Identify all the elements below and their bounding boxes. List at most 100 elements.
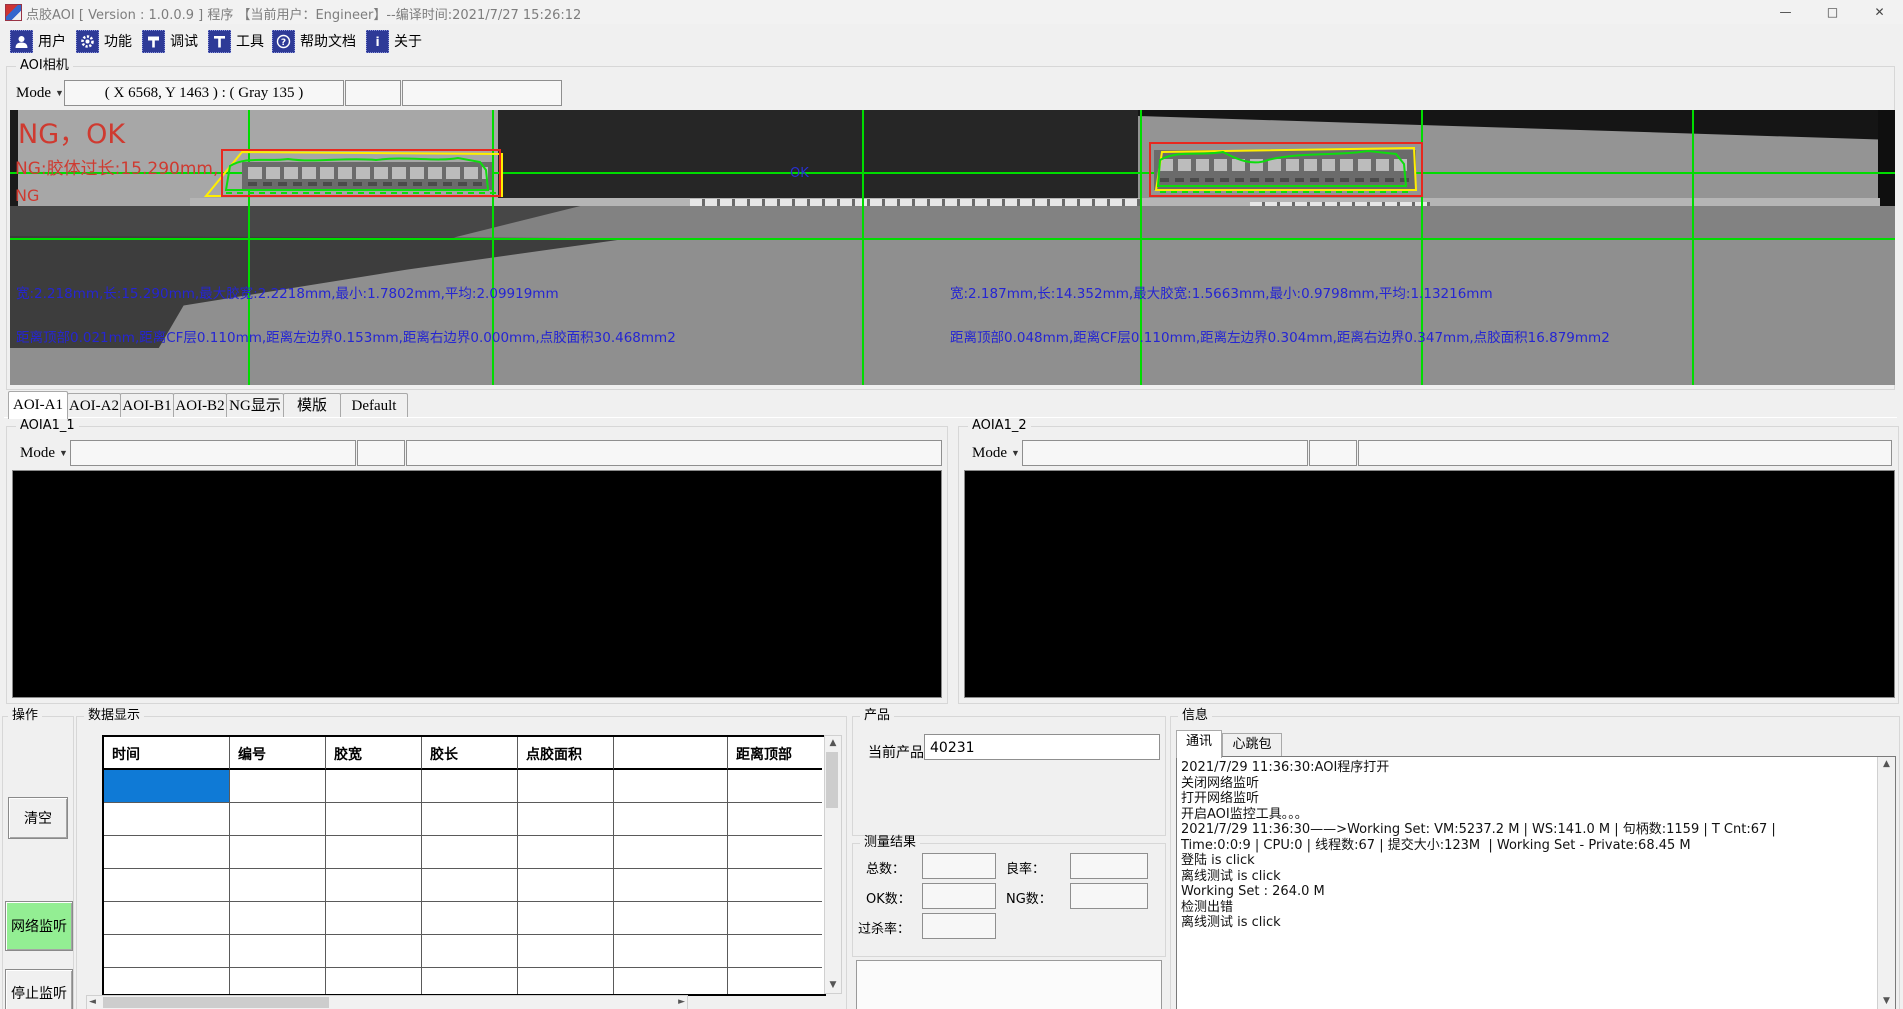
table-cell[interactable] xyxy=(326,836,422,869)
table-cell[interactable] xyxy=(518,935,614,968)
table-cell[interactable] xyxy=(230,770,326,803)
table-cell[interactable] xyxy=(104,803,230,836)
table-cell[interactable] xyxy=(104,869,230,902)
table-cell-selected[interactable] xyxy=(104,770,230,803)
table-vscrollbar[interactable]: ▲ ▼ xyxy=(824,735,842,994)
table-cell[interactable] xyxy=(518,770,614,803)
panel-right-field3[interactable] xyxy=(1358,440,1892,466)
menu-item-about[interactable]: i 关于 xyxy=(366,27,422,55)
panel-right-mode-dropdown[interactable]: Mode▼ xyxy=(968,440,1024,466)
table-cell[interactable] xyxy=(728,803,822,836)
tab-aoi-a2[interactable]: AOI-A2 xyxy=(67,393,121,418)
panel-right-image-view[interactable] xyxy=(964,470,1895,698)
minimize-button[interactable]: — xyxy=(1762,0,1809,24)
table-cell[interactable] xyxy=(422,836,518,869)
network-listen-button[interactable]: 网络监听 xyxy=(5,901,73,951)
panel-left-image-view[interactable] xyxy=(12,470,942,698)
table-cell[interactable] xyxy=(422,902,518,935)
column-header[interactable] xyxy=(614,737,728,770)
tab-default[interactable]: Default xyxy=(340,393,408,418)
stop-listen-button[interactable]: 停止监听 xyxy=(5,969,73,1009)
table-cell[interactable] xyxy=(104,935,230,968)
table-cell[interactable] xyxy=(614,803,728,836)
table-cell[interactable] xyxy=(614,770,728,803)
tab-heartbeat[interactable]: 心跳包 xyxy=(1222,733,1282,757)
table-cell[interactable] xyxy=(518,902,614,935)
table-cell[interactable] xyxy=(326,770,422,803)
menu-item-help[interactable]: ? 帮助文档 xyxy=(272,27,356,55)
table-cell[interactable] xyxy=(230,902,326,935)
menu-item-tools[interactable]: 工具 xyxy=(208,27,264,55)
table-cell[interactable] xyxy=(614,902,728,935)
camera-field-small[interactable] xyxy=(345,80,401,106)
table-cell[interactable] xyxy=(326,869,422,902)
overkill-field[interactable] xyxy=(922,913,996,939)
table-cell[interactable] xyxy=(230,836,326,869)
clear-button[interactable]: 清空 xyxy=(8,797,68,839)
column-header[interactable]: 时间 xyxy=(104,737,230,770)
table-cell[interactable] xyxy=(728,935,822,968)
table-cell[interactable] xyxy=(326,935,422,968)
table-cell[interactable] xyxy=(614,869,728,902)
tab-template[interactable]: 模版 xyxy=(283,393,341,418)
panel-right-field1[interactable] xyxy=(1022,440,1308,466)
menu-item-user[interactable]: 用户 xyxy=(10,27,66,55)
close-button[interactable]: ✕ xyxy=(1856,0,1903,24)
table-cell[interactable] xyxy=(230,935,326,968)
table-cell[interactable] xyxy=(518,803,614,836)
panel-left-field2[interactable] xyxy=(357,440,405,466)
table-cell[interactable] xyxy=(614,935,728,968)
tab-aoi-a1[interactable]: AOI-A1 xyxy=(8,391,68,419)
table-cell[interactable] xyxy=(422,770,518,803)
table-cell[interactable] xyxy=(326,803,422,836)
scroll-down-arrow[interactable]: ▼ xyxy=(1878,994,1895,1009)
table-cell[interactable] xyxy=(518,869,614,902)
scroll-up-arrow[interactable]: ▲ xyxy=(825,736,841,750)
menu-item-function[interactable]: 功能 xyxy=(76,27,132,55)
tab-comm[interactable]: 通讯 xyxy=(1176,730,1222,758)
log-vscrollbar[interactable]: ▲ ▼ xyxy=(1877,757,1895,1009)
menu-item-debug[interactable]: 调试 xyxy=(142,27,198,55)
tab-aoi-b1[interactable]: AOI-B1 xyxy=(120,393,174,418)
table-cell[interactable] xyxy=(728,968,822,996)
table-cell[interactable] xyxy=(326,968,422,996)
camera-mode-dropdown[interactable]: Mode▼ xyxy=(12,80,68,106)
table-cell[interactable] xyxy=(104,968,230,996)
table-cell[interactable] xyxy=(518,836,614,869)
scroll-thumb[interactable] xyxy=(103,997,329,1008)
table-cell[interactable] xyxy=(422,935,518,968)
table-cell[interactable] xyxy=(614,836,728,869)
table-cell[interactable] xyxy=(104,836,230,869)
panel-left-field3[interactable] xyxy=(406,440,942,466)
panel-left-field1[interactable] xyxy=(70,440,356,466)
comm-log-textarea[interactable]: 2021/7/29 11:36:30:AOI程序打开 关闭网络监听 打开网络监听… xyxy=(1176,756,1896,1009)
table-cell[interactable] xyxy=(728,902,822,935)
table-cell[interactable] xyxy=(728,836,822,869)
column-header[interactable]: 距离顶部 xyxy=(728,737,822,770)
column-header[interactable]: 编号 xyxy=(230,737,326,770)
column-header[interactable]: 胶长 xyxy=(422,737,518,770)
table-cell[interactable] xyxy=(422,803,518,836)
table-cell[interactable] xyxy=(422,968,518,996)
table-cell[interactable] xyxy=(104,902,230,935)
tab-aoi-b2[interactable]: AOI-B2 xyxy=(173,393,227,418)
camera-image-view[interactable]: NG，OK NG:胶体过长:15.290mm, NG OK 宽:2.218mm,… xyxy=(10,110,1895,385)
scroll-left-arrow[interactable]: ◄ xyxy=(89,997,96,1007)
panel-left-mode-dropdown[interactable]: Mode▼ xyxy=(16,440,72,466)
current-product-input[interactable]: 40231 xyxy=(924,734,1160,760)
table-cell[interactable] xyxy=(728,869,822,902)
panel-right-field2[interactable] xyxy=(1309,440,1357,466)
table-cell[interactable] xyxy=(230,803,326,836)
column-header[interactable]: 胶宽 xyxy=(326,737,422,770)
column-header[interactable]: 点胶面积 xyxy=(518,737,614,770)
scroll-right-arrow[interactable]: ► xyxy=(678,997,685,1007)
yield-field[interactable] xyxy=(1070,853,1148,879)
table-cell[interactable] xyxy=(518,968,614,996)
scroll-down-arrow[interactable]: ▼ xyxy=(825,978,841,992)
table-cell[interactable] xyxy=(326,902,422,935)
table-cell[interactable] xyxy=(614,968,728,996)
ok-count-field[interactable] xyxy=(922,883,996,909)
table-cell[interactable] xyxy=(422,869,518,902)
tab-ng-display[interactable]: NG显示 xyxy=(226,393,284,418)
camera-field-wide[interactable] xyxy=(402,80,562,106)
